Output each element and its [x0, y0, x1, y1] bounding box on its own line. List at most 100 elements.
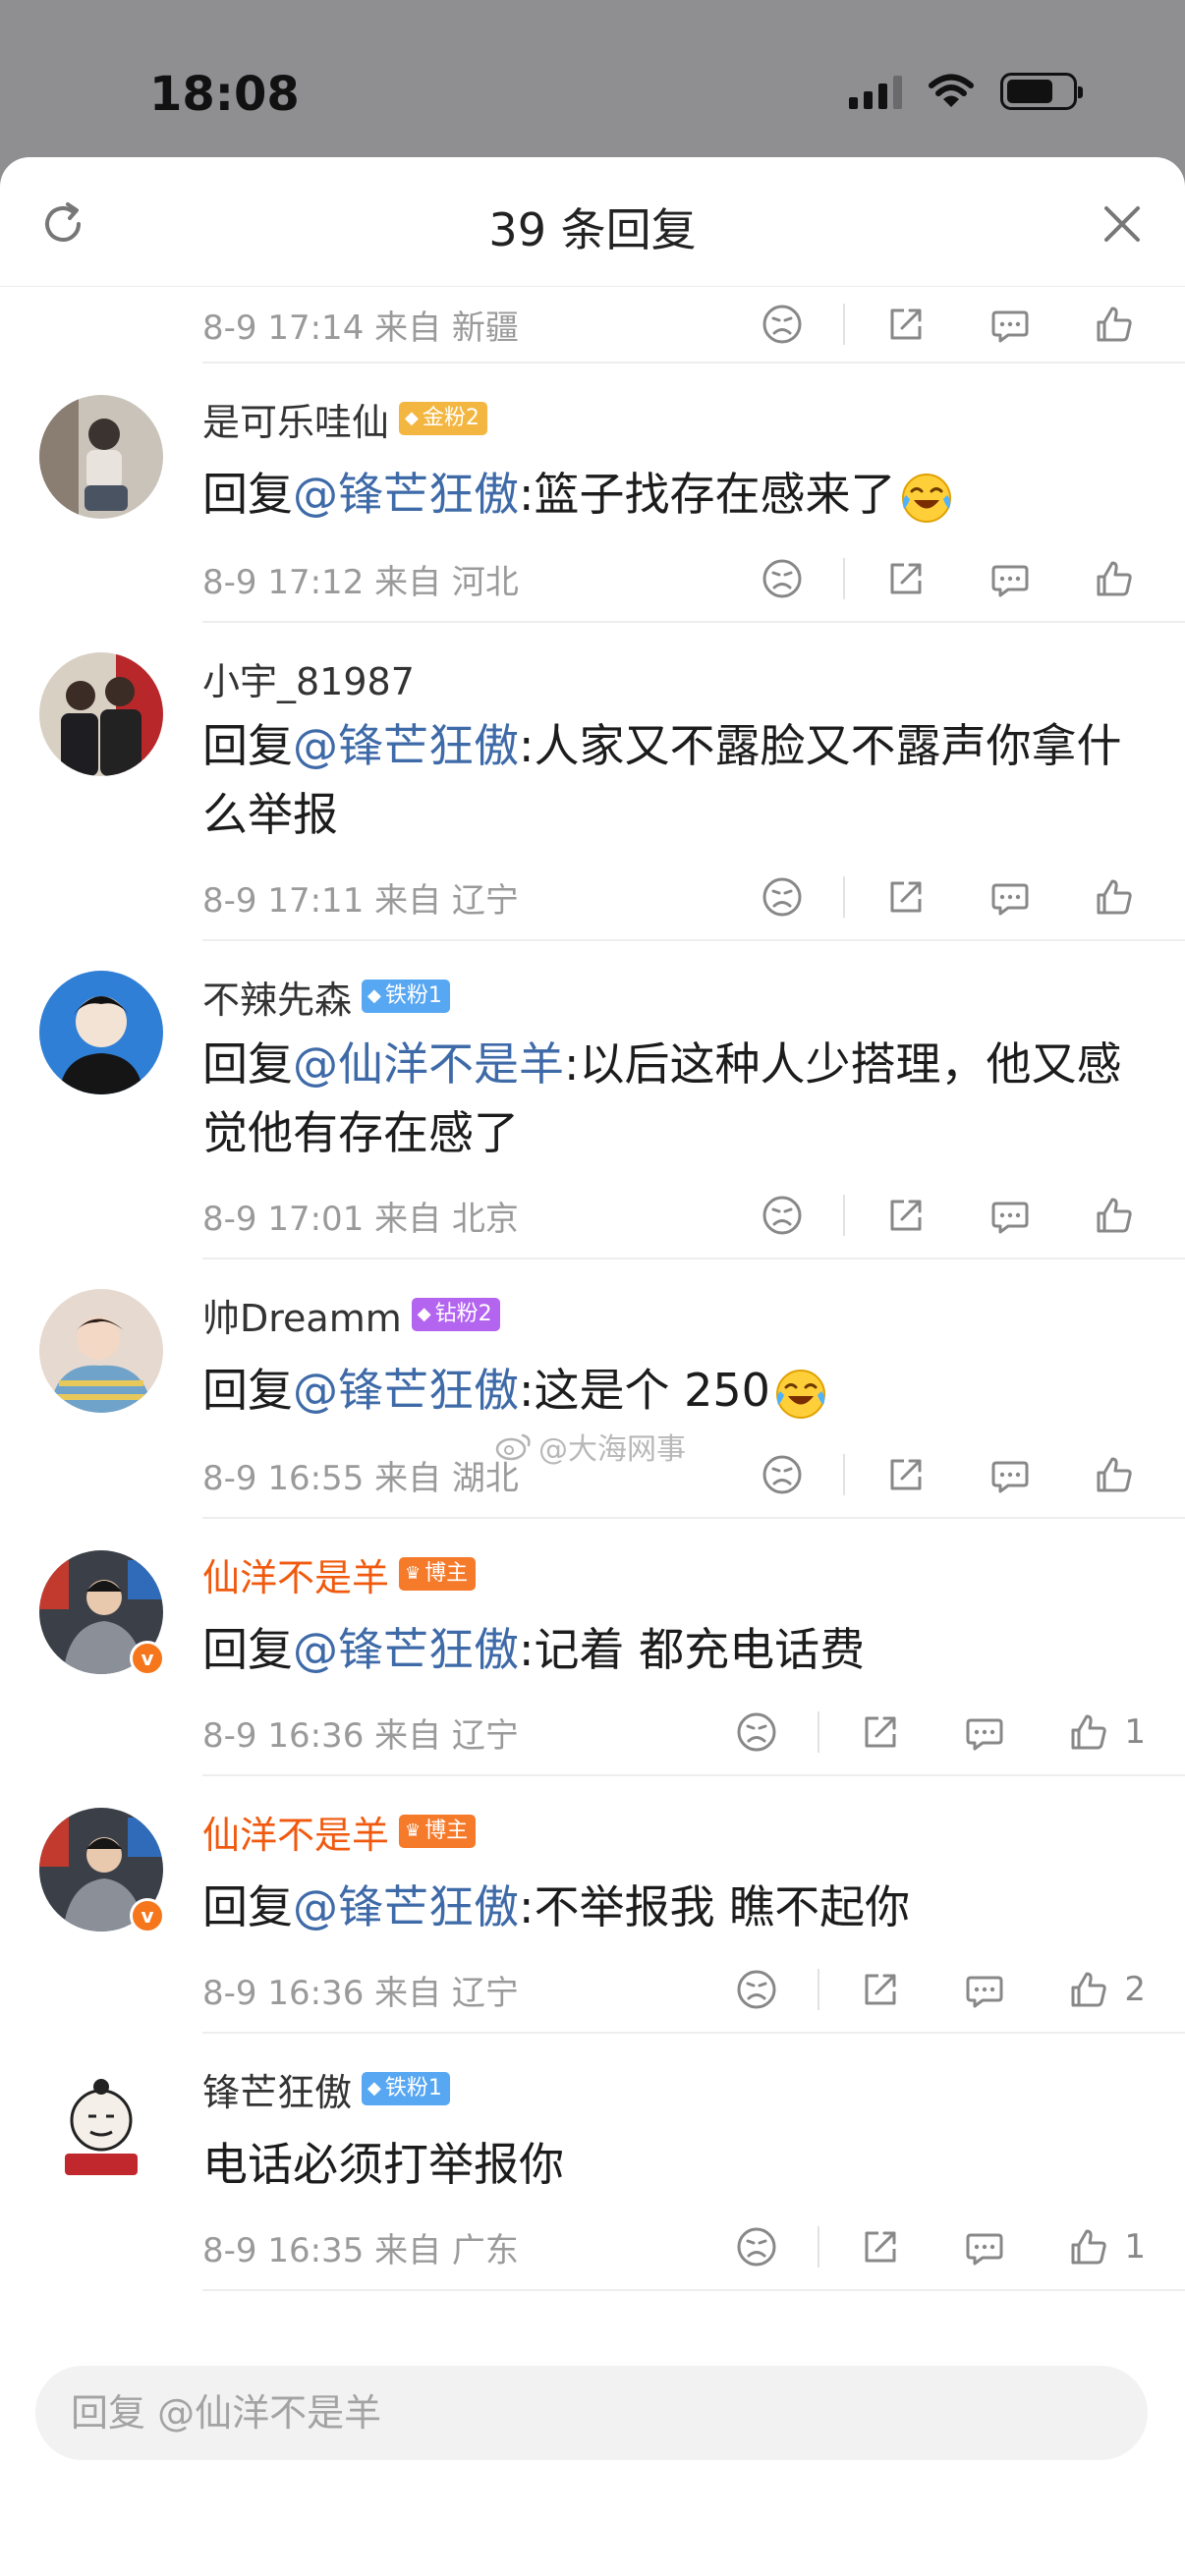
- like-icon[interactable]: [1091, 1192, 1138, 1239]
- weibo-icon: [495, 1433, 531, 1461]
- comment-actions: [759, 1173, 1138, 1258]
- avatar[interactable]: [39, 395, 163, 519]
- like-icon[interactable]: [1091, 1451, 1138, 1498]
- share-icon[interactable]: [882, 1451, 930, 1498]
- fan-badge: ◆ 钻粉2: [411, 1298, 500, 1331]
- status-time: 18:08: [149, 67, 300, 122]
- comment-actions: 2: [733, 1947, 1146, 2032]
- comment-text: 回复@锋芒狂傲:篮子找存在感来了: [202, 460, 1185, 529]
- avatar[interactable]: [39, 2065, 163, 2189]
- share-icon[interactable]: [857, 1966, 904, 2013]
- comment-meta: 8-9 17:14 来自 新疆: [202, 308, 519, 348]
- comment-icon[interactable]: [987, 1192, 1034, 1239]
- comment-text: 回复@仙洋不是羊:以后这种人少搭理，他又感觉他有存在感了: [202, 1037, 1122, 1159]
- reply-input[interactable]: [35, 2366, 1148, 2460]
- share-icon[interactable]: [882, 301, 930, 348]
- gem-icon: ◆: [367, 985, 381, 1006]
- comment-item: 8-9 17:14 来自 新疆: [202, 287, 1185, 364]
- share-icon[interactable]: [857, 2223, 904, 2270]
- gem-icon: ◆: [417, 1304, 431, 1324]
- sheet-title: 39 条回复: [488, 203, 697, 256]
- comment-actions: [759, 536, 1138, 621]
- comment-meta: 8-9 16:36 来自 辽宁: [202, 1715, 519, 1756]
- comment-text: 回复@锋芒狂傲:这是个 250: [202, 1356, 1185, 1425]
- blogger-badge: ♛ 博主: [399, 1815, 477, 1848]
- laughing-emoji-icon: [900, 472, 953, 525]
- comment-item: 小宇_81987 回复@锋芒狂傲:人家又不露脸又不露声你拿什么举报 8-9 17…: [39, 623, 1185, 941]
- username[interactable]: 仙洋不是羊: [202, 1547, 389, 1601]
- mention-link[interactable]: @锋芒狂傲: [293, 719, 519, 772]
- comment-meta: 8-9 16:35 来自 广东: [202, 2230, 519, 2270]
- comment-meta: 8-9 17:12 来自 河北: [202, 562, 519, 602]
- dislike-icon[interactable]: [733, 1708, 780, 1756]
- username[interactable]: 是可乐哇仙: [202, 392, 389, 446]
- comment-text: 回复@锋芒狂傲:记着 都充电话费: [202, 1623, 866, 1676]
- comment-item: 不辣先森 ◆ 铁粉1 回复@仙洋不是羊:以后这种人少搭理，他又感觉他有存在感了 8…: [39, 941, 1185, 1260]
- comment-text: 回复@锋芒狂傲:人家又不露脸又不露声你拿什么举报: [202, 719, 1122, 841]
- close-icon[interactable]: [1099, 200, 1146, 248]
- like-icon[interactable]: [1065, 1708, 1112, 1756]
- dislike-icon[interactable]: [759, 873, 806, 921]
- comment-meta: 8-9 17:11 来自 辽宁: [202, 880, 519, 921]
- avatar[interactable]: [39, 1289, 163, 1413]
- dislike-icon[interactable]: [759, 555, 806, 602]
- username[interactable]: 小宇_81987: [202, 651, 415, 705]
- share-icon[interactable]: [882, 1192, 930, 1239]
- wifi-icon: [929, 74, 974, 107]
- comment-actions: [759, 287, 1138, 362]
- verified-icon: v: [130, 1641, 165, 1676]
- dislike-icon[interactable]: [759, 1451, 806, 1498]
- mention-link[interactable]: @锋芒狂傲: [293, 468, 519, 521]
- comment-meta: 8-9 16:55 来自 湖北: [202, 1458, 519, 1498]
- avatar[interactable]: [39, 971, 163, 1094]
- like-icon[interactable]: [1091, 873, 1138, 921]
- dislike-icon[interactable]: [759, 1192, 806, 1239]
- username[interactable]: 仙洋不是羊: [202, 1805, 389, 1859]
- comment-meta: 8-9 16:36 来自 辽宁: [202, 1973, 519, 2013]
- comment-item: v 仙洋不是羊 ♛ 博主 回复@锋芒狂傲:记着 都充电话费 8-9 16:36 来…: [39, 1519, 1185, 1776]
- mention-link[interactable]: @仙洋不是羊: [293, 1037, 564, 1091]
- status-icons: [849, 73, 1083, 110]
- like-icon[interactable]: [1065, 2223, 1112, 2270]
- fan-badge: ◆ 铁粉1: [362, 980, 450, 1013]
- comment-icon[interactable]: [987, 1451, 1034, 1498]
- mention-link[interactable]: @锋芒狂傲: [293, 1880, 519, 1933]
- comment-icon[interactable]: [961, 2223, 1008, 2270]
- gem-icon: ◆: [367, 2078, 381, 2099]
- username[interactable]: 帅Dreamm: [202, 1288, 402, 1342]
- mention-link[interactable]: @锋芒狂傲: [293, 1364, 519, 1417]
- comment-item: 是可乐哇仙 ◆ 金粉2 回复@锋芒狂傲:篮子找存在感来了 8-9 17:12 来自…: [39, 364, 1185, 623]
- replies-sheet: 39 条回复 8-9 17:14 来自 新疆 是可乐哇仙 ◆ 金粉2 回复@锋芒…: [0, 157, 1185, 2576]
- share-icon[interactable]: [857, 1708, 904, 1756]
- comment-icon[interactable]: [987, 301, 1034, 348]
- comment-text: 电话必须打举报你: [202, 2138, 564, 2191]
- avatar[interactable]: [39, 652, 163, 776]
- like-icon[interactable]: [1065, 1966, 1112, 2013]
- share-icon[interactable]: [882, 873, 930, 921]
- comment-icon[interactable]: [987, 873, 1034, 921]
- battery-icon: [1000, 73, 1083, 110]
- reply-bar: [35, 2366, 1148, 2460]
- comment-actions: [759, 855, 1138, 939]
- laughing-emoji-icon: [774, 1368, 827, 1421]
- username[interactable]: 锋芒狂傲: [202, 2062, 352, 2116]
- like-icon[interactable]: [1091, 555, 1138, 602]
- like-count: 2: [1124, 1970, 1146, 2009]
- blogger-badge: ♛ 博主: [399, 1557, 477, 1591]
- mention-link[interactable]: @锋芒狂傲: [293, 1623, 519, 1676]
- dislike-icon[interactable]: [733, 2223, 780, 2270]
- cellular-signal-icon: [849, 74, 902, 109]
- comment-icon[interactable]: [961, 1966, 1008, 2013]
- dislike-icon[interactable]: [733, 1966, 780, 2013]
- comment-item: 帅Dreamm ◆ 钻粉2 回复@锋芒狂傲:这是个 250 8-9 16:55 来…: [39, 1260, 1185, 1519]
- like-count: 1: [1124, 1712, 1146, 1752]
- like-icon[interactable]: [1091, 301, 1138, 348]
- username[interactable]: 不辣先森: [202, 970, 352, 1024]
- comment-text: 回复@锋芒狂傲:不举报我 瞧不起你: [202, 1880, 911, 1933]
- comment-icon[interactable]: [961, 1708, 1008, 1756]
- comment-list: 8-9 17:14 来自 新疆 是可乐哇仙 ◆ 金粉2 回复@锋芒狂傲:篮子找存…: [0, 287, 1185, 2291]
- dislike-icon[interactable]: [759, 301, 806, 348]
- watermark: @大海网事: [495, 1425, 686, 1468]
- share-icon[interactable]: [882, 555, 930, 602]
- comment-icon[interactable]: [987, 555, 1034, 602]
